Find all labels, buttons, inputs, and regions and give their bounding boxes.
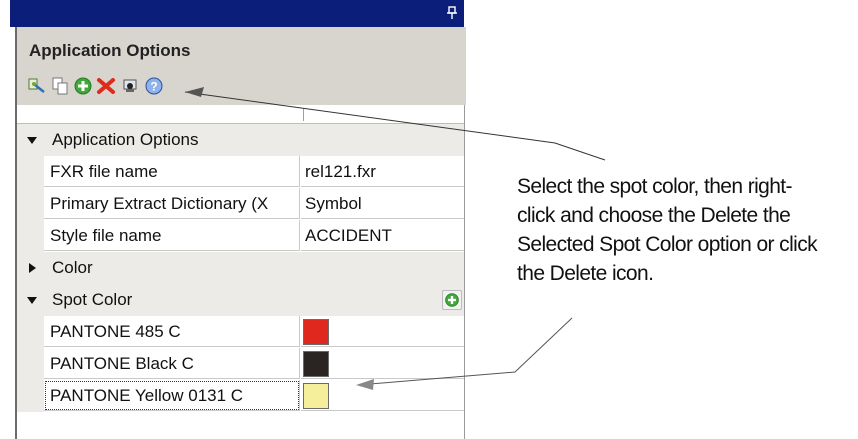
category-label: Spot Color (52, 290, 133, 309)
copy-icon[interactable] (50, 76, 70, 96)
collapse-arrow-icon[interactable] (26, 294, 38, 306)
category-color[interactable]: Color (17, 252, 464, 284)
spot-color-name: PANTONE 485 C (44, 316, 300, 347)
spot-color-value[interactable] (301, 316, 464, 347)
property-grid: Application Options FXR file name rel121… (15, 105, 465, 439)
panel-titlebar (10, 0, 464, 27)
color-swatch[interactable] (303, 383, 329, 409)
callout-line: Select the spot color, then right- (517, 175, 793, 198)
panel-title: Application Options (29, 41, 191, 60)
property-name: FXR file name (44, 156, 300, 187)
property-name: Primary Extract Dictionary (X (44, 188, 300, 219)
property-value[interactable]: Symbol (301, 188, 464, 219)
property-row[interactable]: Primary Extract Dictionary (X Symbol (17, 188, 464, 220)
panel-header: Application Options (15, 27, 466, 67)
help-icon[interactable]: ? (144, 76, 164, 96)
callout-line: the Delete icon. (517, 262, 654, 285)
toolbar: ? (15, 67, 466, 105)
properties-icon[interactable] (27, 76, 47, 96)
spot-color-value[interactable] (301, 348, 464, 379)
spot-color-name: PANTONE Black C (44, 348, 300, 379)
spot-color-value[interactable] (301, 380, 464, 411)
category-spot-color[interactable]: Spot Color (17, 284, 464, 316)
callout-line: click and choose the Delete the (517, 204, 791, 227)
callout-line: Selected Spot Color option or click (517, 233, 818, 256)
category-application-options[interactable]: Application Options (17, 124, 464, 156)
spot-color-name: PANTONE Yellow 0131 C (44, 380, 300, 411)
pin-icon[interactable] (445, 5, 459, 21)
collapse-arrow-icon[interactable] (26, 134, 38, 146)
property-value[interactable]: rel121.fxr (301, 156, 464, 187)
color-swatch[interactable] (303, 319, 329, 345)
property-name: Style file name (44, 220, 300, 251)
spot-color-row[interactable]: PANTONE 485 C (17, 316, 464, 348)
add-spot-color-button[interactable] (442, 290, 462, 310)
property-value[interactable]: ACCIDENT (301, 220, 464, 251)
spot-color-row[interactable]: PANTONE Black C (17, 348, 464, 380)
property-row[interactable]: Style file name ACCIDENT (17, 220, 464, 252)
category-label: Application Options (52, 130, 199, 149)
expand-arrow-icon[interactable] (26, 262, 38, 274)
preview-icon[interactable] (121, 76, 141, 96)
application-options-panel: Application Options ? Application Option… (10, 0, 466, 439)
delete-icon[interactable] (96, 76, 116, 96)
svg-text:?: ? (150, 80, 157, 94)
property-row[interactable]: FXR file name rel121.fxr (17, 156, 464, 188)
category-label: Color (52, 258, 93, 277)
column-header (17, 105, 464, 124)
color-swatch[interactable] (303, 351, 329, 377)
add-icon[interactable] (73, 76, 93, 96)
spot-color-row-selected[interactable]: PANTONE Yellow 0131 C (17, 380, 464, 412)
callout-text: Select the spot color, then right- click… (517, 172, 857, 288)
